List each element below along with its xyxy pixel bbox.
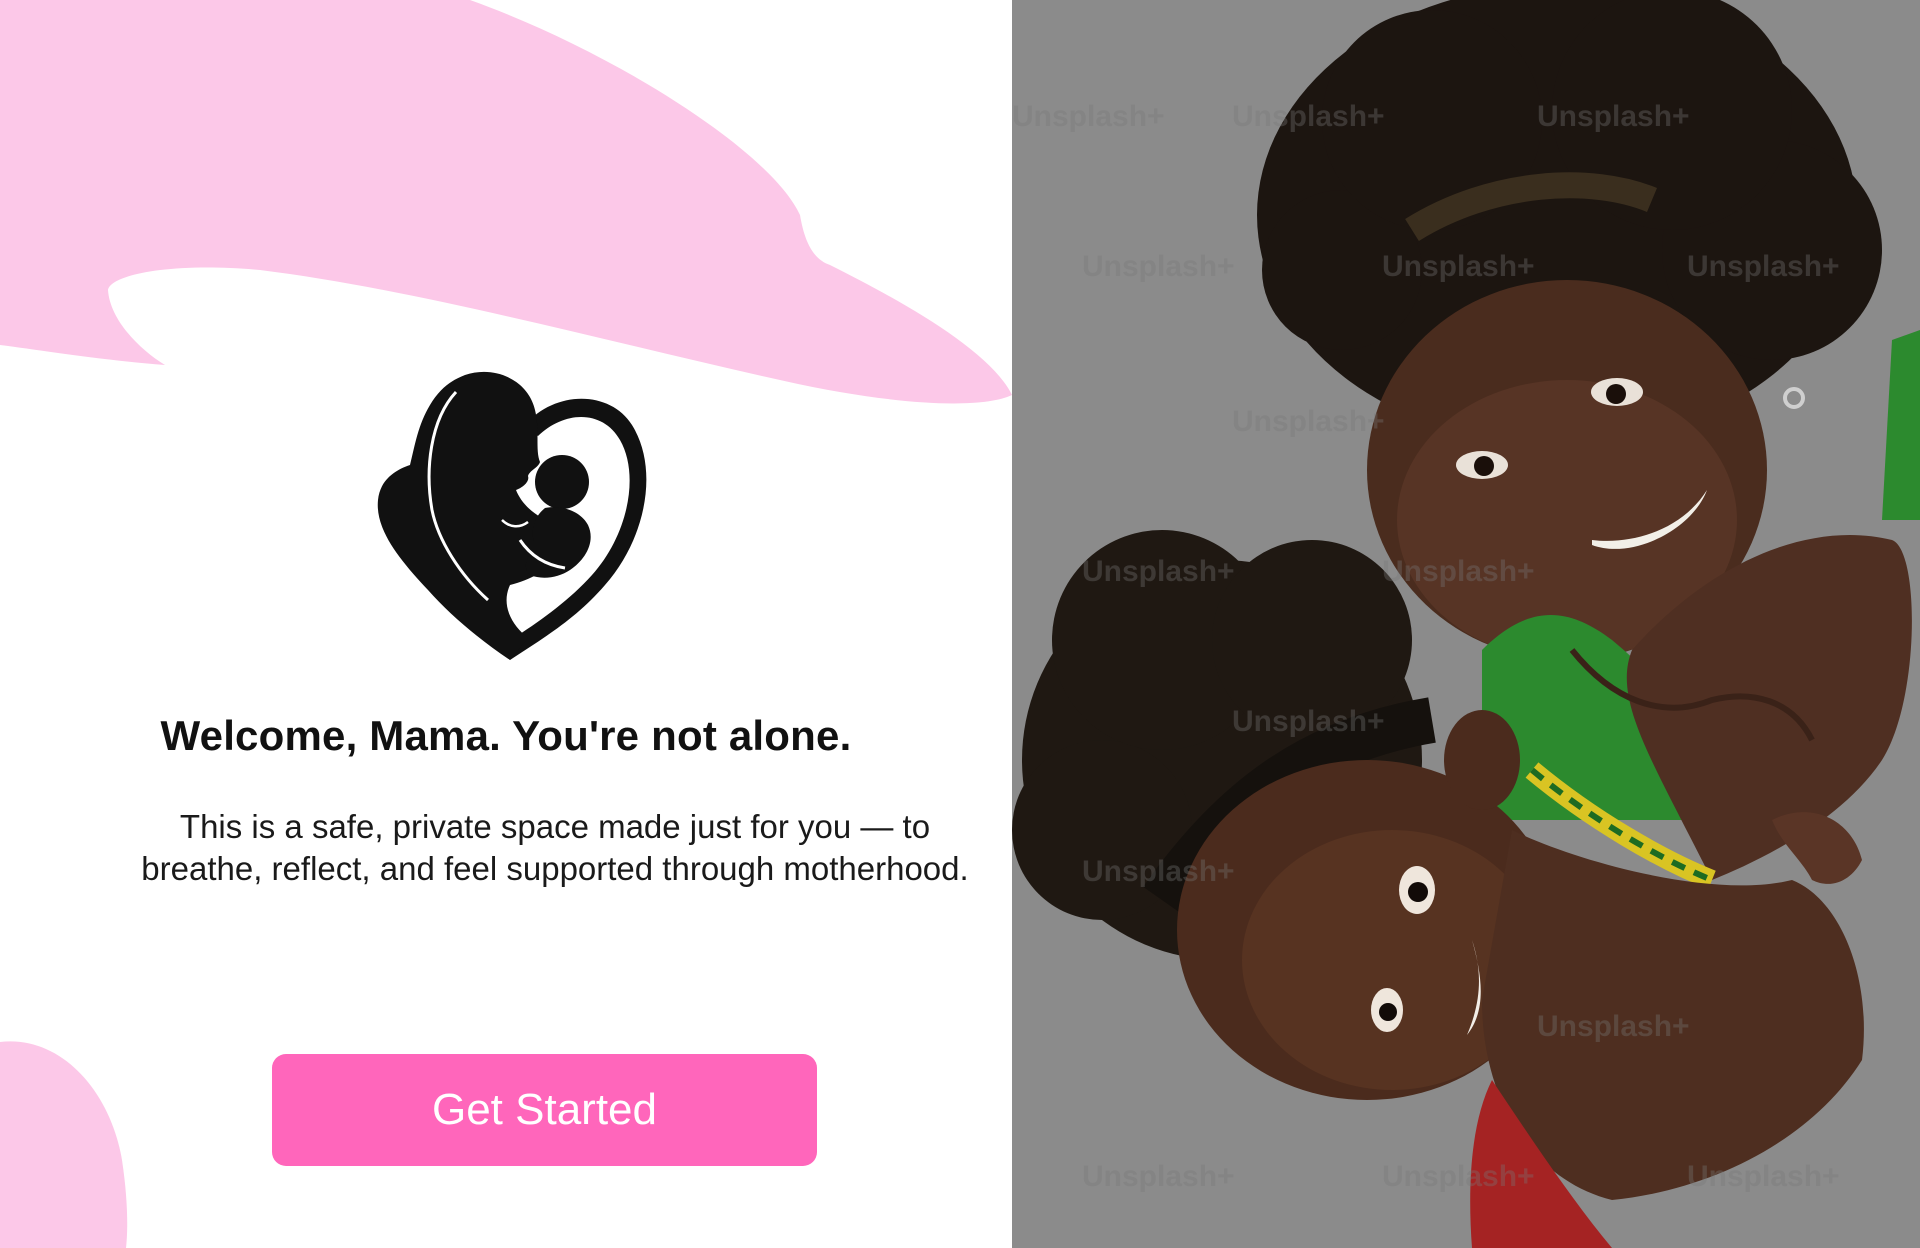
welcome-headline: Welcome, Mama. You're not alone. — [160, 712, 852, 759]
hero-image: Unsplash+ Unsplash+ Unsplash+ Unsplash+ … — [1012, 0, 1920, 1248]
decorative-bottom-blob — [0, 1041, 128, 1248]
watermark-text: Unsplash+ — [1082, 555, 1235, 588]
mother-baby-heart-icon — [377, 371, 647, 660]
watermark-text: Unsplash+ — [1082, 1160, 1235, 1193]
watermark-text: Unsplash+ — [1382, 555, 1535, 588]
watermark-text: Unsplash+ — [1382, 250, 1535, 283]
watermark-text: Unsplash+ — [1537, 100, 1690, 133]
get-started-button[interactable]: Get Started — [272, 1054, 817, 1166]
watermark-text: Unsplash+ — [1687, 1160, 1840, 1193]
watermark-text: Unsplash+ — [1537, 1010, 1690, 1043]
watermark-text: Unsplash+ — [1232, 100, 1385, 133]
welcome-panel: Welcome, Mama. You're not alone. This is… — [0, 0, 1012, 1248]
watermark-text: Unsplash+ — [1232, 705, 1385, 738]
watermark-text: Unsplash+ — [1232, 405, 1385, 438]
mother-and-child-photo — [1012, 0, 1920, 1248]
watermark-text: Unsplash+ — [1082, 250, 1235, 283]
watermark-text: Unsplash+ — [1012, 100, 1165, 133]
decorative-top-blob — [0, 0, 1012, 404]
welcome-screen: Welcome, Mama. You're not alone. This is… — [0, 0, 1920, 1248]
watermark-text: Unsplash+ — [1382, 1160, 1535, 1193]
welcome-description: This is a safe, private space made just … — [141, 808, 969, 887]
watermark-text: Unsplash+ — [1687, 250, 1840, 283]
watermark-text: Unsplash+ — [1082, 855, 1235, 888]
